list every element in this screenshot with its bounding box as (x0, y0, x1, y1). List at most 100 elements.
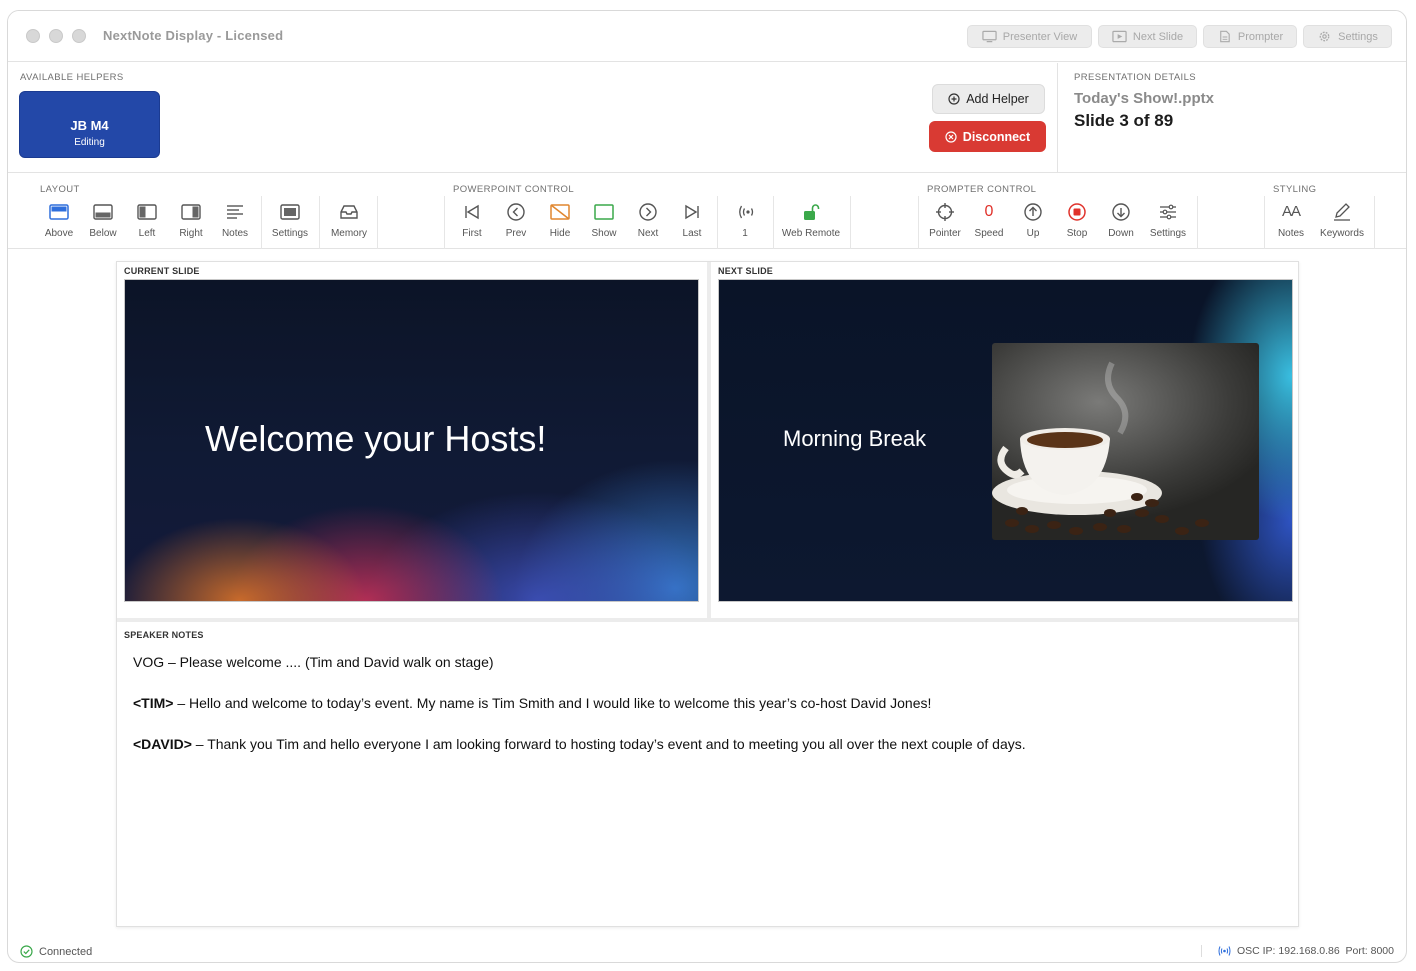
next-slide-button[interactable]: Next Slide (1098, 25, 1197, 48)
toolbar-separator (1374, 196, 1375, 249)
layout-above-icon (49, 204, 69, 220)
skip-last-icon (685, 204, 699, 220)
toolbar-separator (444, 196, 445, 249)
zoom-window-button[interactable] (72, 29, 86, 43)
check-circle-icon (20, 945, 33, 958)
broadcast-channel-label: 1 (742, 228, 748, 239)
main-content: CURRENT SLIDE Welcome your Hosts! NEXT S… (116, 261, 1299, 927)
toolbar-separator (850, 196, 851, 249)
layout-notes-label: Notes (221, 228, 249, 239)
display-settings-icon (280, 204, 300, 220)
presentation-details-label: PRESENTATION DETAILS (1074, 72, 1197, 83)
layout-left-button[interactable]: Left (124, 202, 170, 239)
layout-below-label: Below (89, 228, 117, 239)
panel-divider (1057, 63, 1058, 173)
next-slide-preview[interactable]: Morning Break (718, 279, 1293, 602)
prompter-settings-button[interactable]: Settings (1144, 202, 1192, 239)
scroll-up-button[interactable]: Up (1010, 202, 1056, 239)
current-slide-title: Welcome your Hosts! (205, 418, 547, 459)
layout-below-button[interactable]: Below (80, 202, 126, 239)
current-slide-preview[interactable]: Welcome your Hosts! (124, 279, 699, 602)
previous-slide-button[interactable]: Prev (493, 202, 539, 239)
settings-button[interactable]: Settings (1303, 25, 1392, 48)
current-slide-label: CURRENT SLIDE (124, 266, 200, 276)
broadcast-channel-button[interactable]: 1 (722, 202, 768, 239)
connection-status: Connected (20, 945, 92, 958)
stop-circle-icon (1068, 203, 1086, 221)
first-slide-button[interactable]: First (449, 202, 495, 239)
next-slide-control-button[interactable]: Next (625, 202, 671, 239)
add-helper-button[interactable]: Add Helper (932, 84, 1045, 114)
presenter-view-label: Presenter View (1002, 30, 1078, 43)
title-bar: NextNote Display - Licensed Presenter Vi… (8, 11, 1406, 62)
notes-line-2: – Hello and welcome to today’s event. My… (173, 695, 932, 711)
layout-left-label: Left (138, 228, 156, 239)
document-icon (1220, 30, 1230, 43)
down-label: Down (1108, 228, 1134, 239)
hide-slide-button[interactable]: Hide (537, 202, 583, 239)
coffee-cup-image (992, 361, 1209, 535)
stop-button[interactable]: Stop (1054, 202, 1100, 239)
toolbar-separator (377, 196, 378, 249)
control-toolbar: LAYOUT Above Below Left Right Notes Sett… (8, 174, 1406, 249)
scroll-down-button[interactable]: Down (1098, 202, 1144, 239)
up-label: Up (1026, 228, 1040, 239)
slide-position: Slide 3 of 89 (1074, 111, 1174, 130)
monitor-icon (982, 30, 997, 43)
speaker-tag-tim: <TIM> (133, 695, 174, 711)
toolbar-separator (261, 196, 262, 249)
notes-line: <DAVID> – Thank you Tim and hello everyo… (133, 736, 1283, 753)
connection-status-text: Connected (39, 945, 93, 958)
layout-left-icon (137, 204, 157, 220)
horizontal-split-handle[interactable] (117, 618, 1298, 622)
text-size-icon: AA (1281, 203, 1301, 220)
pencil-icon (1334, 203, 1350, 221)
notes-styling-button[interactable]: AA Notes (1268, 202, 1314, 239)
layout-above-button[interactable]: Above (36, 202, 82, 239)
antenna-icon (1218, 946, 1231, 956)
disconnect-label: Disconnect (962, 129, 1031, 144)
next-label: Next (637, 228, 659, 239)
prompter-button[interactable]: Prompter (1203, 25, 1297, 48)
powerpoint-group-label: POWERPOINT CONTROL (453, 184, 575, 195)
next-slide-title: Morning Break (783, 426, 927, 451)
status-bar: Connected OSC IP: 192.168.0.86 Port: 800… (8, 940, 1406, 962)
layout-notes-button[interactable]: Notes (212, 202, 258, 239)
memory-label: Memory (330, 228, 368, 239)
close-window-button[interactable] (26, 29, 40, 43)
web-remote-button[interactable]: Web Remote (778, 202, 844, 239)
gear-icon (1319, 31, 1330, 42)
speed-control[interactable]: 0 Speed (966, 202, 1012, 239)
memory-button[interactable]: Memory (325, 202, 373, 239)
speaker-tag-david: <DAVID> (133, 736, 192, 752)
layout-below-icon (93, 204, 113, 220)
disconnect-button[interactable]: Disconnect (929, 121, 1046, 152)
speed-label: Speed (974, 228, 1004, 239)
last-slide-button[interactable]: Last (669, 202, 715, 239)
minimize-window-button[interactable] (49, 29, 63, 43)
pointer-label: Pointer (929, 228, 961, 239)
notes-line-1: VOG – Please welcome .... (Tim and David… (133, 654, 494, 670)
layout-settings-label: Settings (271, 228, 309, 239)
notes-lines-icon (227, 205, 243, 219)
settings-label: Settings (1338, 30, 1378, 43)
web-remote-label: Web Remote (781, 228, 841, 239)
helper-card[interactable]: JB M4 Editing (19, 91, 160, 158)
prev-label: Prev (505, 228, 527, 239)
stop-label: Stop (1066, 228, 1088, 239)
prompter-group-label: PROMPTER CONTROL (927, 184, 1037, 195)
pointer-button[interactable]: Pointer (922, 202, 968, 239)
tray-icon (340, 205, 358, 219)
osc-status: OSC IP: 192.168.0.86 Port: 8000 (1200, 945, 1394, 957)
speaker-notes-text[interactable]: VOG – Please welcome .... (Tim and David… (133, 654, 1283, 777)
vertical-split-handle[interactable] (707, 262, 711, 618)
arrow-down-circle-icon (1112, 203, 1130, 221)
helper-status: Editing (74, 137, 105, 148)
keywords-button[interactable]: Keywords (1316, 202, 1368, 239)
notes-line-3: – Thank you Tim and hello everyone I am … (191, 736, 1026, 752)
layout-settings-button[interactable]: Settings (267, 202, 313, 239)
layout-right-button[interactable]: Right (168, 202, 214, 239)
show-slide-button[interactable]: Show (581, 202, 627, 239)
helper-name: JB M4 (70, 118, 109, 133)
presenter-view-button[interactable]: Presenter View (967, 25, 1092, 48)
